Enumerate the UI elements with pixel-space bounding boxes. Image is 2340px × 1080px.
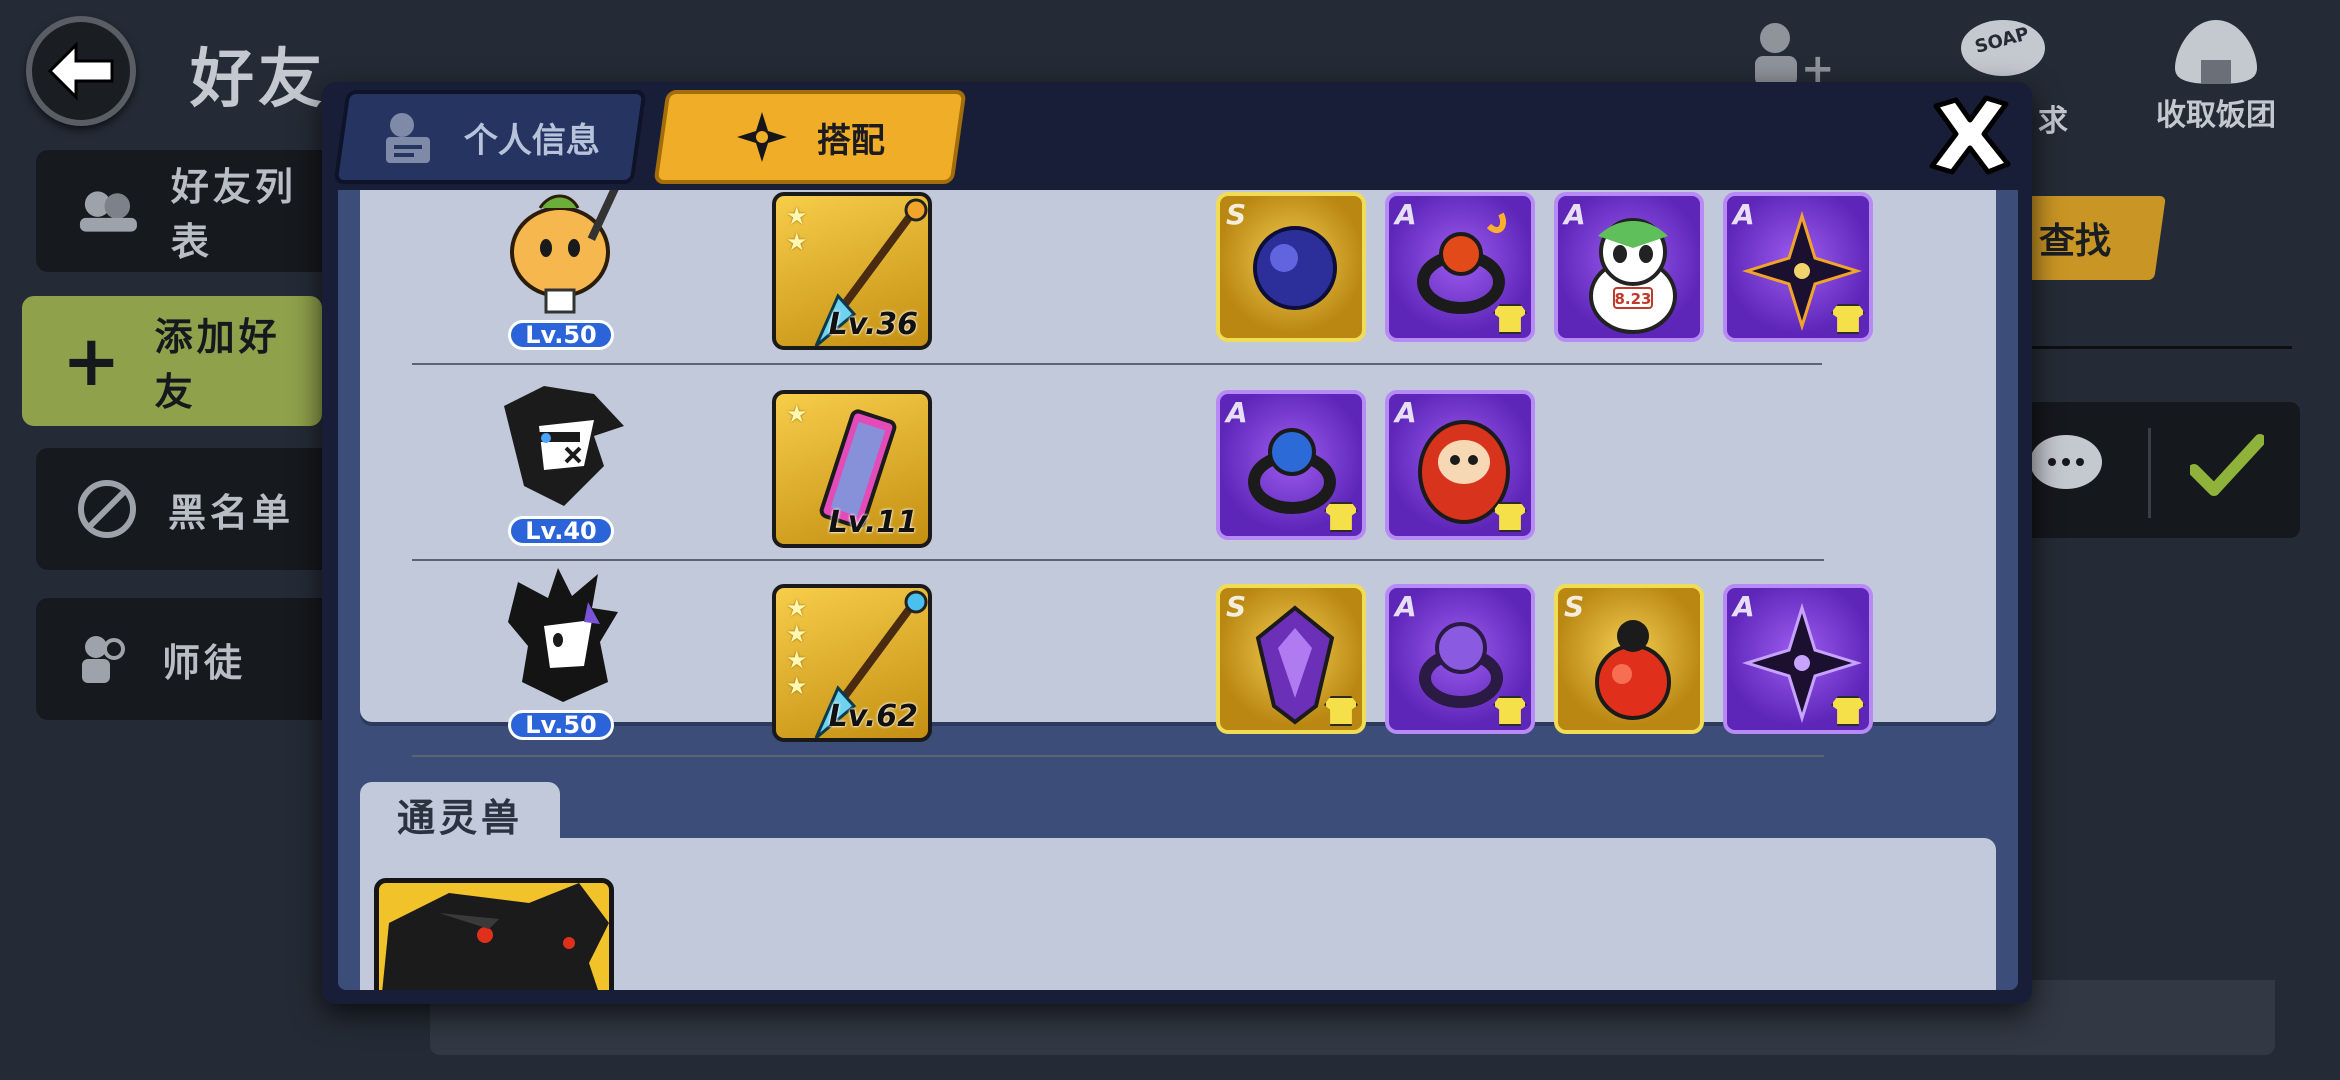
loadout-row: Lv.40 ★ Lv.11 A A: [360, 366, 1996, 561]
add-user-icon: +: [1755, 23, 1835, 88]
friend-request-row: [2000, 402, 2300, 538]
grade-label: A: [1564, 198, 1586, 231]
star-rating: ★ ★: [786, 202, 808, 256]
grade-label: A: [1733, 590, 1755, 623]
grade-label: A: [1395, 198, 1417, 231]
page-title: 好友: [190, 43, 326, 117]
panda-ninja-avatar-icon: [504, 386, 624, 506]
pet-card[interactable]: [374, 878, 614, 990]
weapon-level: Lv.62: [828, 699, 918, 734]
shadow-ninja-avatar-icon: [508, 568, 618, 702]
request-button[interactable]: SOAP 求: [1958, 16, 2068, 139]
modal-content[interactable]: Lv.50 ★ ★ Lv.36 S A A 8.23 A Lv.40 ★ Lv.…: [338, 190, 2018, 990]
sidebar-item-friend-list[interactable]: 好友列表: [36, 150, 336, 272]
equipment-slot[interactable]: A 8.23: [1554, 192, 1704, 342]
grade-label: S: [1226, 198, 1247, 231]
orange-ninja-avatar-icon: [510, 190, 621, 314]
level-badge: Lv.50: [508, 710, 614, 740]
chat-icon[interactable]: [2026, 430, 2106, 500]
weapon-slot[interactable]: ★ ★ ★ ★ Lv.62: [772, 584, 932, 742]
sidebar-item-label: 师徒: [162, 640, 247, 685]
sidebar-item-mentor[interactable]: 师徒: [36, 598, 336, 720]
sidebar-item-blacklist[interactable]: 黑名单: [36, 448, 336, 570]
equipment-slot[interactable]: A: [1723, 584, 1873, 734]
pet-panel: [360, 838, 1996, 990]
equipment-slot[interactable]: A: [1216, 390, 1366, 540]
request-label: 求: [2038, 104, 2068, 139]
sidebar-item-label: 黑名单: [168, 490, 295, 535]
plus-icon: +: [62, 320, 125, 402]
friends-icon: [79, 191, 137, 232]
equipment-slot[interactable]: S: [1216, 192, 1366, 342]
divider: [2030, 346, 2292, 349]
weapon-level: Lv.36: [828, 307, 918, 342]
black-dragon-icon: [382, 883, 609, 990]
divider: [2148, 428, 2151, 518]
close-icon[interactable]: [1922, 86, 2018, 182]
loadout-panel: Lv.50 ★ ★ Lv.36 S A A 8.23 A Lv.40 ★ Lv.…: [360, 190, 1996, 757]
accept-check-icon[interactable]: [2190, 432, 2264, 502]
grade-label: A: [1226, 396, 1248, 429]
tab-personal-info[interactable]: 个人信息: [333, 90, 647, 184]
star-rating: ★: [786, 400, 808, 428]
weapon-slot[interactable]: ★ Lv.11: [772, 390, 932, 548]
sidebar-item-add-friend[interactable]: + 添加好友: [22, 296, 322, 426]
tab-loadout[interactable]: 搭配: [653, 90, 967, 184]
back-button[interactable]: [26, 16, 136, 126]
collect-label: 收取饭团: [2156, 98, 2276, 133]
sidebar-item-label: 添加好友: [154, 315, 281, 414]
loadout-row: Lv.50 ★ ★ Lv.36 S A A 8.23 A: [360, 190, 1996, 365]
grade-label: A: [1395, 590, 1417, 623]
shuriken-icon: [737, 112, 787, 162]
weapon-level: Lv.11: [828, 505, 918, 540]
svg-text:8.23: 8.23: [1614, 290, 1651, 308]
riceball-icon: [2175, 20, 2257, 84]
add-friend-top-button[interactable]: +: [1745, 18, 1835, 88]
equipment-slot[interactable]: A: [1385, 192, 1535, 342]
row-divider: [412, 363, 1822, 365]
equipment-slot[interactable]: S: [1554, 584, 1704, 734]
equipment-slot[interactable]: A: [1723, 192, 1873, 342]
mentor-icon: [82, 636, 125, 683]
grade-label: A: [1395, 396, 1417, 429]
weapon-slot[interactable]: ★ ★ Lv.36: [772, 192, 932, 350]
loadout-row: Lv.50 ★ ★ ★ ★ Lv.62 S A S A: [360, 560, 1996, 757]
level-badge: Lv.50: [508, 320, 614, 350]
arrow-left-icon: [47, 41, 114, 101]
soap-icon: SOAP: [1961, 20, 2045, 76]
equipment-slot[interactable]: A: [1385, 390, 1535, 540]
star-rating: ★ ★ ★ ★: [786, 594, 808, 700]
ban-icon: [78, 480, 136, 538]
pet-section-title: 通灵兽: [360, 782, 560, 846]
grade-label: A: [1733, 198, 1755, 231]
row-divider: [412, 755, 1824, 757]
grade-label: S: [1564, 590, 1585, 623]
collect-riceball-button[interactable]: 收取饭团: [2156, 16, 2276, 134]
sidebar-item-label: 好友列表: [170, 165, 297, 264]
player-detail-modal: 个人信息 搭配 Lv.50 ★ ★ Lv.36 S A A 8.23 A Lv.…: [322, 82, 2032, 1004]
grade-label: S: [1226, 590, 1247, 623]
level-badge: Lv.40: [508, 516, 614, 546]
equipment-slot[interactable]: S: [1216, 584, 1366, 734]
profile-card-icon: [386, 113, 430, 163]
equipment-slot[interactable]: A: [1385, 584, 1535, 734]
